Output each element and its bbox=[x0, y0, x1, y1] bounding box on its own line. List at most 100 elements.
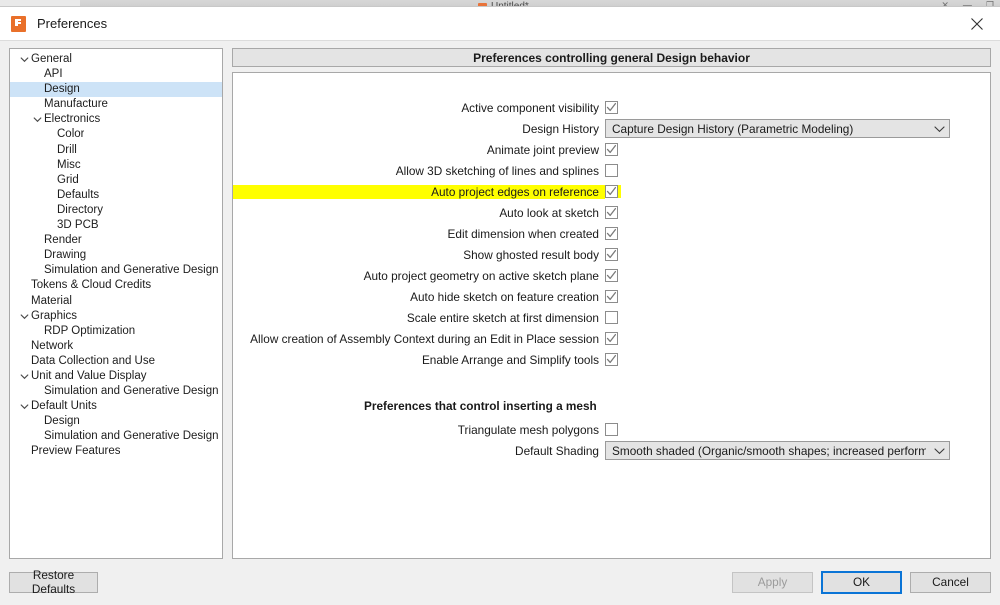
tree-item-drill[interactable]: Drill bbox=[10, 143, 222, 158]
checkbox-auto-project-geometry-on-active-sketch-plane[interactable] bbox=[605, 269, 618, 282]
tree-item-misc[interactable]: Misc bbox=[10, 158, 222, 173]
tree-item-indent: Drill bbox=[10, 143, 77, 158]
tree-item-indent: Color bbox=[10, 127, 84, 142]
tree-item-3d-pcb[interactable]: 3D PCB bbox=[10, 218, 222, 233]
tree-item-label: Electronics bbox=[44, 113, 101, 126]
tree-item-unit-and-value-display[interactable]: Unit and Value Display bbox=[10, 369, 222, 384]
pref-control-wrap bbox=[605, 164, 618, 177]
tree-item-label: Misc bbox=[57, 158, 81, 171]
checkbox-auto-project-edges-on-reference[interactable] bbox=[605, 185, 618, 198]
preferences-dialog: Preferences General API Design Manufacture E… bbox=[0, 6, 1000, 605]
tree-item-design[interactable]: Design bbox=[10, 82, 222, 98]
tree-item-label: Tokens & Cloud Credits bbox=[31, 279, 152, 292]
tree-item-color[interactable]: Color bbox=[10, 127, 222, 142]
preferences-category-tree[interactable]: General API Design Manufacture Electronics Co… bbox=[9, 48, 223, 559]
chevron-down-icon[interactable] bbox=[18, 402, 31, 411]
pref-label-enable-arrange-and-simplify-tools: Enable Arrange and Simplify tools bbox=[421, 352, 599, 367]
pref-control-wrap: Capture Design History (Parametric Model… bbox=[605, 119, 950, 138]
dropdown-value: Smooth shaded (Organic/smooth shapes; in… bbox=[612, 443, 926, 458]
pref-control-wrap bbox=[605, 143, 618, 156]
tree-item-label: Simulation and Generative Design bbox=[44, 430, 219, 443]
pref-control-wrap bbox=[605, 332, 618, 345]
dropdown-design-history[interactable]: Capture Design History (Parametric Model… bbox=[605, 119, 950, 138]
tree-item-indent: Material bbox=[10, 294, 72, 309]
tree-item-drawing[interactable]: Drawing bbox=[10, 248, 222, 263]
tree-item-indent: Design bbox=[10, 414, 80, 429]
checkbox-scale-entire-sketch-at-first-dimension[interactable] bbox=[605, 311, 618, 324]
tree-item-render[interactable]: Render bbox=[10, 233, 222, 248]
tree-item-label: Render bbox=[44, 234, 82, 247]
tree-item-indent: Manufacture bbox=[10, 97, 108, 112]
tree-item-graphics[interactable]: Graphics bbox=[10, 309, 222, 324]
tree-item-data-collection-and-use[interactable]: Data Collection and Use bbox=[10, 354, 222, 369]
tree-item-indent: 3D PCB bbox=[10, 218, 99, 233]
checkbox-allow-3d-sketching-of-lines-and-splines[interactable] bbox=[605, 164, 618, 177]
tree-item-manufacture[interactable]: Manufacture bbox=[10, 97, 222, 112]
chevron-down-icon[interactable] bbox=[18, 372, 31, 381]
tree-item-indent: Graphics bbox=[10, 309, 77, 324]
tree-item-preview-features[interactable]: Preview Features bbox=[10, 444, 222, 459]
pref-control-wrap bbox=[605, 227, 618, 240]
tree-item-label: Design bbox=[44, 415, 80, 428]
chevron-down-icon[interactable] bbox=[31, 115, 44, 124]
tree-item-network[interactable]: Network bbox=[10, 339, 222, 354]
general-design-form: Active component visibility Design Histor… bbox=[233, 73, 990, 370]
tree-item-tokens-cloud-credits[interactable]: Tokens & Cloud Credits bbox=[10, 278, 222, 293]
tree-item-indent: Drawing bbox=[10, 248, 86, 263]
tree-item-api[interactable]: API bbox=[10, 67, 222, 82]
checkbox-edit-dimension-when-created[interactable] bbox=[605, 227, 618, 240]
tree-item-simulation-and-generative-design[interactable]: Simulation and Generative Design bbox=[10, 263, 222, 278]
tree-item-grid[interactable]: Grid bbox=[10, 173, 222, 188]
restore-defaults-button[interactable]: Restore Defaults bbox=[9, 568, 98, 596]
tree-item-indent: Misc bbox=[10, 158, 81, 173]
ok-button[interactable]: OK bbox=[821, 570, 902, 594]
tree-item-rdp-optimization[interactable]: RDP Optimization bbox=[10, 324, 222, 339]
panel-content: Active component visibility Design Histor… bbox=[232, 72, 991, 559]
checkbox-animate-joint-preview[interactable] bbox=[605, 143, 618, 156]
tree-item-indent: Simulation and Generative Design bbox=[10, 263, 219, 278]
pref-row-auto-project-edges-on-reference: Auto project edges on reference bbox=[233, 181, 990, 202]
dropdown-value: Capture Design History (Parametric Model… bbox=[612, 121, 854, 136]
pref-control-wrap bbox=[605, 248, 618, 261]
cancel-button[interactable]: Cancel bbox=[910, 571, 991, 593]
tree-item-indent: RDP Optimization bbox=[10, 324, 135, 339]
tree-item-indent: Network bbox=[10, 339, 73, 354]
apply-button[interactable]: Apply bbox=[732, 571, 813, 593]
checkbox-triangulate-mesh-polygons[interactable] bbox=[605, 423, 618, 436]
tree-item-indent: Unit and Value Display bbox=[10, 369, 147, 384]
tree-item-directory[interactable]: Directory bbox=[10, 203, 222, 218]
tree-item-defaults[interactable]: Defaults bbox=[10, 188, 222, 203]
checkbox-auto-hide-sketch-on-feature-creation[interactable] bbox=[605, 290, 618, 303]
checkbox-show-ghosted-result-body[interactable] bbox=[605, 248, 618, 261]
tree-item-label: Default Units bbox=[31, 400, 97, 413]
tree-item-label: General bbox=[31, 53, 72, 65]
tree-item-design[interactable]: Design bbox=[10, 414, 222, 429]
tree-item-simulation-and-generative-design[interactable]: Simulation and Generative Design bbox=[10, 384, 222, 399]
dropdown-default-shading[interactable]: Smooth shaded (Organic/smooth shapes; in… bbox=[605, 441, 950, 460]
pref-control-wrap bbox=[605, 101, 618, 114]
tree-item-label: Simulation and Generative Design bbox=[44, 385, 219, 398]
chevron-down-icon[interactable] bbox=[18, 312, 31, 321]
tree-item-label: Drill bbox=[57, 143, 77, 156]
pref-control-wrap: Smooth shaded (Organic/smooth shapes; in… bbox=[605, 441, 950, 460]
checkbox-allow-creation-of-assembly-context-during-an-edit-in-place-session[interactable] bbox=[605, 332, 618, 345]
chevron-down-icon[interactable] bbox=[18, 55, 31, 64]
pref-row-animate-joint-preview: Animate joint preview bbox=[233, 139, 990, 160]
tree-item-label: Color bbox=[57, 128, 85, 141]
pref-row-edit-dimension-when-created: Edit dimension when created bbox=[233, 223, 990, 244]
tree-item-label: Data Collection and Use bbox=[31, 354, 156, 367]
checkbox-enable-arrange-and-simplify-tools[interactable] bbox=[605, 353, 618, 366]
tree-item-label: Network bbox=[31, 339, 74, 352]
tree-item-simulation-and-generative-design[interactable]: Simulation and Generative Design bbox=[10, 429, 222, 444]
pref-control-wrap bbox=[605, 290, 618, 303]
mesh-form: Triangulate mesh polygons Default Shading… bbox=[233, 419, 990, 461]
tree-item-general[interactable]: General bbox=[10, 52, 222, 67]
tree-item-material[interactable]: Material bbox=[10, 294, 222, 309]
close-icon[interactable] bbox=[954, 7, 1000, 40]
tree-item-default-units[interactable]: Default Units bbox=[10, 399, 222, 414]
pref-label-animate-joint-preview: Animate joint preview bbox=[486, 142, 599, 157]
checkbox-active-component-visibility[interactable] bbox=[605, 101, 618, 114]
pref-label-auto-project-geometry-on-active-sketch-plane: Auto project geometry on active sketch p… bbox=[363, 268, 599, 283]
checkbox-auto-look-at-sketch[interactable] bbox=[605, 206, 618, 219]
tree-item-electronics[interactable]: Electronics bbox=[10, 112, 222, 127]
